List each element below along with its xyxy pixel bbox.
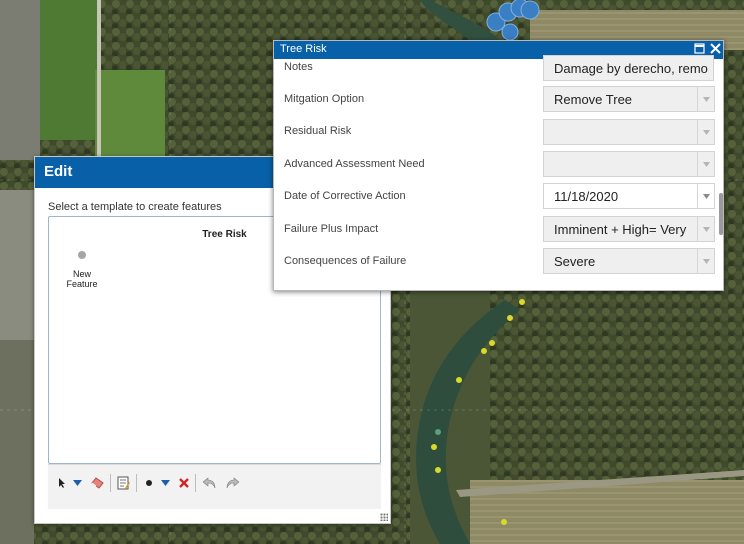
resize-grip-icon[interactable] [380,513,388,521]
field-label-mitigation-option: Mitgation Option [284,93,365,105]
select-dropdown-icon[interactable] [72,474,82,492]
draw-dropdown-icon[interactable] [160,474,170,492]
field-label-consequences-of-failure: Consequences of Failure [284,255,407,267]
edit-toolbar [48,464,381,509]
field-label-residual-risk: Residual Risk [284,125,352,137]
field-label-date-corrective-action: Date of Corrective Action [284,190,406,202]
chevron-down-icon[interactable] [697,152,714,176]
yellow-point-features[interactable] [431,299,525,525]
date-corrective-action-value: 11/18/2020 [554,189,619,204]
popup-title: Tree Risk [280,43,327,55]
redo-icon[interactable] [224,474,240,492]
chevron-down-icon[interactable] [697,184,714,208]
template-new-feature[interactable]: New Feature [65,251,99,289]
chevron-down-icon[interactable] [697,120,714,144]
chevron-down-icon[interactable] [697,217,714,241]
date-corrective-action-input[interactable]: 11/18/2020 [543,183,715,209]
delete-icon[interactable] [178,474,190,492]
tree-risk-marker-cluster[interactable] [486,0,540,41]
mitigation-option-value: Remove Tree [554,92,633,107]
select-arrow-icon[interactable] [57,474,67,492]
point-symbol-icon [78,251,86,259]
notes-field[interactable]: Damage by derecho, remo [543,55,714,81]
point-draw-icon[interactable] [144,474,154,492]
scrollbar-thumb[interactable] [719,193,723,235]
consequences-of-failure-select[interactable]: Severe [543,248,715,274]
chevron-down-icon[interactable] [697,249,714,273]
template-item-label: New Feature [66,269,98,289]
popup-scrollbar[interactable] [718,61,723,289]
maximize-icon[interactable] [694,43,706,55]
failure-plus-impact-value: Imminent + High= Very [554,222,687,237]
notes-value: Damage by derecho, remo [554,61,708,76]
residual-risk-select[interactable] [543,119,715,145]
undo-icon[interactable] [202,474,218,492]
failure-plus-impact-select[interactable]: Imminent + High= Very [543,216,715,242]
template-hint: Select a template to create features [48,201,222,213]
eraser-icon[interactable] [89,474,105,492]
tree-risk-popup: Tree Risk Notes Damage by derecho, remo … [273,40,724,291]
field-label-advanced-assessment: Advanced Assessment Need [284,158,425,170]
field-label-failure-plus-impact: Failure Plus Impact [284,223,379,235]
advanced-assessment-select[interactable] [543,151,715,177]
close-icon[interactable] [710,43,722,55]
consequences-of-failure-value: Severe [554,254,596,269]
mitigation-option-select[interactable]: Remove Tree [543,86,715,112]
chevron-down-icon[interactable] [697,87,714,111]
field-label-notes: Notes [284,61,313,73]
attributes-icon[interactable] [115,474,131,492]
